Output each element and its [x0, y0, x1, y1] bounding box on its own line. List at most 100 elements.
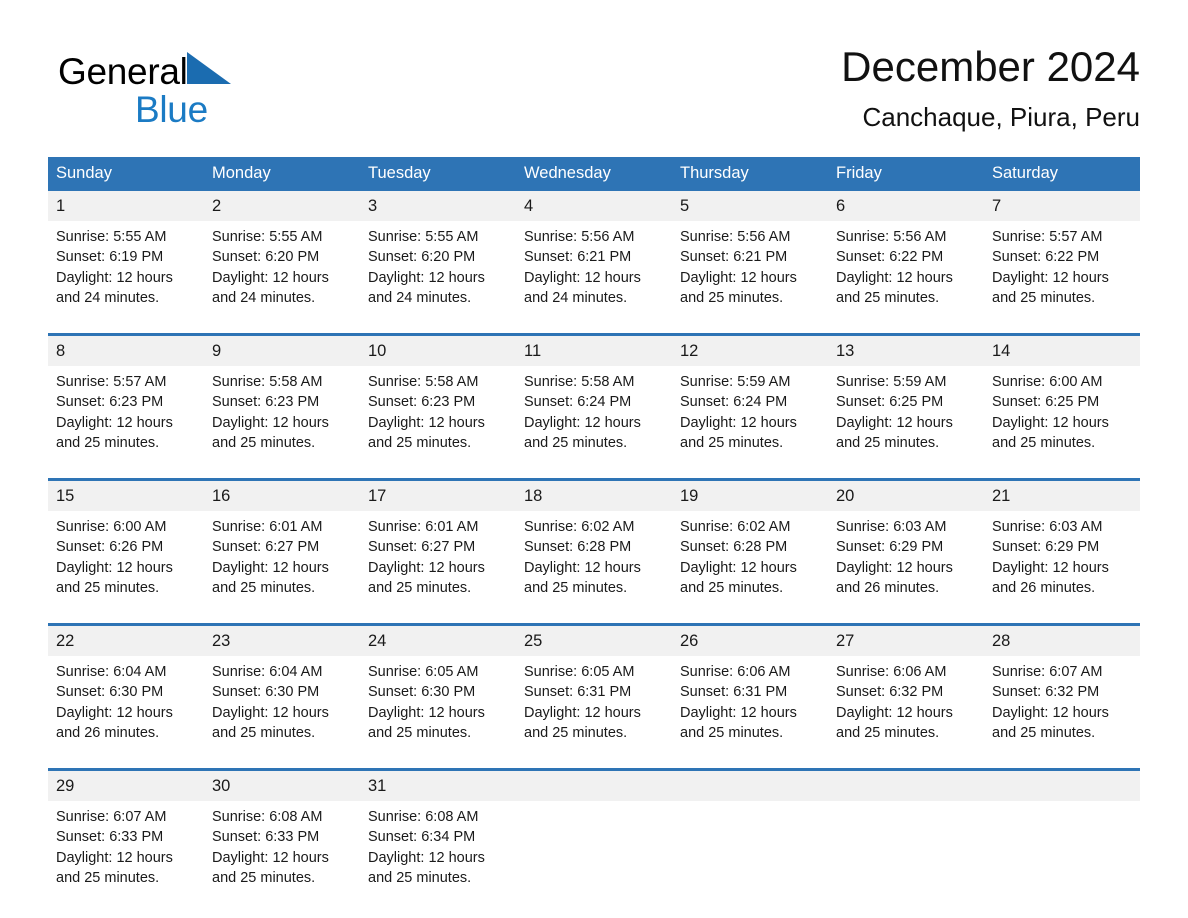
sunrise-text: Sunrise: 5:55 AM [56, 229, 167, 245]
sunrise-text: Sunrise: 6:03 AM [992, 519, 1103, 535]
sunrise-text: Sunrise: 6:05 AM [368, 664, 479, 680]
sunset-text: Sunset: 6:23 PM [368, 394, 476, 411]
sunset-text: Sunset: 6:24 PM [524, 394, 632, 411]
week-gap-cell [360, 605, 516, 623]
daylight-text: Daylight: 12 hours and 24 minutes. [524, 269, 641, 307]
day-number: 24 [360, 626, 516, 656]
sunset-text: Sunset: 6:29 PM [836, 539, 944, 556]
week-gap [48, 605, 1140, 623]
calendar-week-row: 8 Sunrise: 5:57 AM Sunset: 6:23 PM Daylight… [48, 336, 1140, 460]
calendar-day-cell[interactable]: 16 Sunrise: 6:01 AM Sunset: 6:27 PM Dayligh… [204, 481, 360, 605]
calendar-header-row: Sunday Monday Tuesday Wednesday Thursday… [48, 157, 1140, 191]
day-number: 27 [828, 626, 984, 656]
day-number [516, 771, 672, 801]
day-details: Sunrise: 5:55 AM Sunset: 6:20 PM Daylight:… [360, 221, 516, 315]
day-number: 23 [204, 626, 360, 656]
day-number: 6 [828, 191, 984, 221]
daylight-text: Daylight: 12 hours and 26 minutes. [836, 559, 953, 597]
calendar-day-cell[interactable]: 23 Sunrise: 6:04 AM Sunset: 6:30 PM Dayligh… [204, 626, 360, 750]
daylight-text: Daylight: 12 hours and 25 minutes. [524, 414, 641, 452]
daylight-text: Daylight: 12 hours and 24 minutes. [212, 269, 329, 307]
sunrise-text: Sunrise: 5:59 AM [836, 374, 947, 390]
calendar-day-cell[interactable]: 28 Sunrise: 6:07 AM Sunset: 6:32 PM Dayligh… [984, 626, 1140, 750]
daylight-text: Daylight: 12 hours and 24 minutes. [368, 269, 485, 307]
sunrise-text: Sunrise: 6:07 AM [56, 809, 167, 825]
daylight-text: Daylight: 12 hours and 25 minutes. [524, 559, 641, 597]
calendar-day-cell[interactable]: 7 Sunrise: 5:57 AM Sunset: 6:22 PM Daylight… [984, 191, 1140, 315]
day-details: Sunrise: 6:07 AM Sunset: 6:32 PM Daylight:… [984, 656, 1140, 750]
sunrise-text: Sunrise: 6:06 AM [680, 664, 791, 680]
day-number: 2 [204, 191, 360, 221]
calendar-day-cell[interactable]: 5 Sunrise: 5:56 AM Sunset: 6:21 PM Daylight… [672, 191, 828, 315]
day-number: 17 [360, 481, 516, 511]
day-number: 3 [360, 191, 516, 221]
brand-name-general: General [58, 51, 188, 92]
calendar-day-cell[interactable]: 21 Sunrise: 6:03 AM Sunset: 6:29 PM Dayligh… [984, 481, 1140, 605]
day-details: Sunrise: 6:01 AM Sunset: 6:27 PM Daylight:… [360, 511, 516, 605]
day-number: 12 [672, 336, 828, 366]
day-number [984, 771, 1140, 801]
daylight-text: Daylight: 12 hours and 25 minutes. [368, 559, 485, 597]
sunrise-text: Sunrise: 5:55 AM [212, 229, 323, 245]
calendar-day-cell[interactable]: 2 Sunrise: 5:55 AM Sunset: 6:20 PM Daylight… [204, 191, 360, 315]
daylight-text: Daylight: 12 hours and 26 minutes. [992, 559, 1109, 597]
calendar-day-cell[interactable]: 12 Sunrise: 5:59 AM Sunset: 6:24 PM Dayligh… [672, 336, 828, 460]
calendar-day-cell[interactable]: 31 Sunrise: 6:08 AM Sunset: 6:34 PM Dayligh… [360, 771, 516, 895]
calendar-day-cell[interactable]: 10 Sunrise: 5:58 AM Sunset: 6:23 PM Dayligh… [360, 336, 516, 460]
calendar-day-cell[interactable]: 1 Sunrise: 5:55 AM Sunset: 6:19 PM Daylight… [48, 191, 204, 315]
calendar-cell-empty [516, 771, 672, 895]
daylight-text: Daylight: 12 hours and 25 minutes. [212, 704, 329, 742]
day-number: 15 [48, 481, 204, 511]
sunset-text: Sunset: 6:30 PM [212, 684, 320, 701]
week-gap-cell [828, 315, 984, 333]
weekday-header-wednesday: Wednesday [516, 157, 672, 191]
calendar-day-cell[interactable]: 19 Sunrise: 6:02 AM Sunset: 6:28 PM Dayligh… [672, 481, 828, 605]
calendar-day-cell[interactable]: 8 Sunrise: 5:57 AM Sunset: 6:23 PM Daylight… [48, 336, 204, 460]
weekday-header-thursday: Thursday [672, 157, 828, 191]
day-number: 14 [984, 336, 1140, 366]
sunset-text: Sunset: 6:19 PM [56, 249, 164, 266]
calendar-day-cell[interactable]: 14 Sunrise: 6:00 AM Sunset: 6:25 PM Dayligh… [984, 336, 1140, 460]
brand-logo[interactable]: General Blue [58, 50, 358, 142]
day-number: 13 [828, 336, 984, 366]
weekday-header-row: Sunday Monday Tuesday Wednesday Thursday… [48, 157, 1140, 191]
week-gap [48, 315, 1140, 333]
calendar-day-cell[interactable]: 13 Sunrise: 5:59 AM Sunset: 6:25 PM Dayligh… [828, 336, 984, 460]
week-gap-cell [828, 605, 984, 623]
calendar-day-cell[interactable]: 25 Sunrise: 6:05 AM Sunset: 6:31 PM Dayligh… [516, 626, 672, 750]
calendar-day-cell[interactable]: 6 Sunrise: 5:56 AM Sunset: 6:22 PM Daylight… [828, 191, 984, 315]
calendar-day-cell[interactable]: 15 Sunrise: 6:00 AM Sunset: 6:26 PM Dayligh… [48, 481, 204, 605]
calendar-day-cell[interactable]: 22 Sunrise: 6:04 AM Sunset: 6:30 PM Dayligh… [48, 626, 204, 750]
week-gap-cell [360, 460, 516, 478]
day-details: Sunrise: 6:05 AM Sunset: 6:31 PM Daylight:… [516, 656, 672, 750]
calendar-day-cell[interactable]: 30 Sunrise: 6:08 AM Sunset: 6:33 PM Dayligh… [204, 771, 360, 895]
calendar-day-cell[interactable]: 24 Sunrise: 6:05 AM Sunset: 6:30 PM Dayligh… [360, 626, 516, 750]
week-gap-cell [984, 460, 1140, 478]
calendar-day-cell[interactable]: 4 Sunrise: 5:56 AM Sunset: 6:21 PM Daylight… [516, 191, 672, 315]
daylight-text: Daylight: 12 hours and 25 minutes. [212, 849, 329, 887]
sunrise-text: Sunrise: 6:00 AM [992, 374, 1103, 390]
sunset-text: Sunset: 6:23 PM [56, 394, 164, 411]
calendar-day-cell[interactable]: 18 Sunrise: 6:02 AM Sunset: 6:28 PM Dayligh… [516, 481, 672, 605]
daylight-text: Daylight: 12 hours and 25 minutes. [836, 269, 953, 307]
calendar-day-cell[interactable]: 26 Sunrise: 6:06 AM Sunset: 6:31 PM Dayligh… [672, 626, 828, 750]
calendar-page: General Blue December 2024 Canchaque, Pi… [0, 0, 1188, 918]
calendar-day-cell[interactable]: 29 Sunrise: 6:07 AM Sunset: 6:33 PM Dayligh… [48, 771, 204, 895]
calendar-day-cell[interactable]: 3 Sunrise: 5:55 AM Sunset: 6:20 PM Daylight… [360, 191, 516, 315]
calendar-day-cell[interactable]: 9 Sunrise: 5:58 AM Sunset: 6:23 PM Daylight… [204, 336, 360, 460]
calendar-day-cell[interactable]: 17 Sunrise: 6:01 AM Sunset: 6:27 PM Dayligh… [360, 481, 516, 605]
day-details: Sunrise: 5:56 AM Sunset: 6:21 PM Daylight:… [516, 221, 672, 315]
sunset-text: Sunset: 6:26 PM [56, 539, 164, 556]
sunrise-text: Sunrise: 6:00 AM [56, 519, 167, 535]
day-details: Sunrise: 6:04 AM Sunset: 6:30 PM Daylight:… [204, 656, 360, 750]
sunset-text: Sunset: 6:28 PM [680, 539, 788, 556]
sunrise-text: Sunrise: 6:07 AM [992, 664, 1103, 680]
calendar-day-cell[interactable]: 20 Sunrise: 6:03 AM Sunset: 6:29 PM Dayligh… [828, 481, 984, 605]
calendar-day-cell[interactable]: 27 Sunrise: 6:06 AM Sunset: 6:32 PM Dayligh… [828, 626, 984, 750]
sunset-text: Sunset: 6:21 PM [680, 249, 788, 266]
week-gap-cell [984, 750, 1140, 768]
calendar-day-cell[interactable]: 11 Sunrise: 5:58 AM Sunset: 6:24 PM Dayligh… [516, 336, 672, 460]
week-gap-cell [516, 750, 672, 768]
sunset-text: Sunset: 6:30 PM [56, 684, 164, 701]
day-number: 22 [48, 626, 204, 656]
